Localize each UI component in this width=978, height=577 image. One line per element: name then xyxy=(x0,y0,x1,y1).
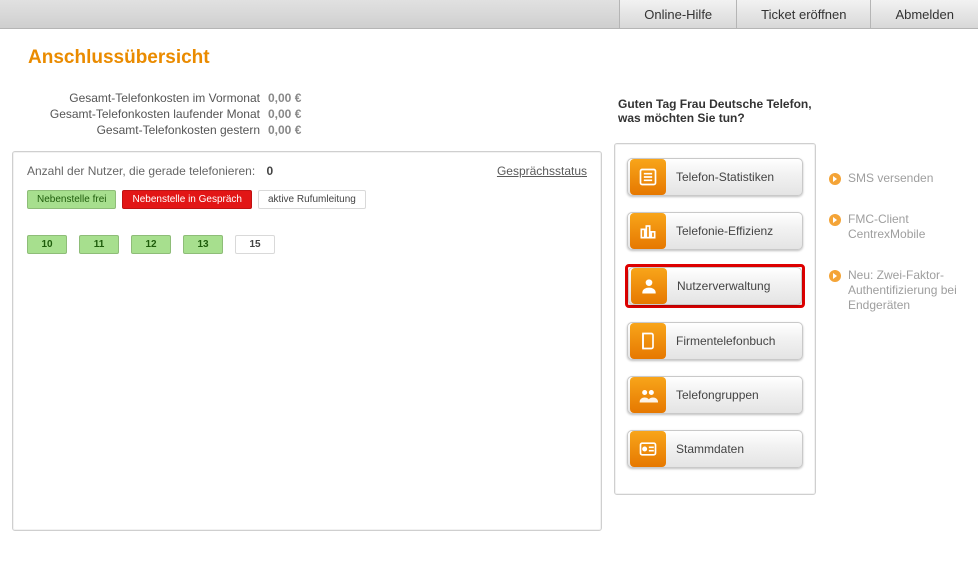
cost-label: Gesamt-Telefonkosten laufender Monat xyxy=(12,107,268,121)
menu-item-master-wrap: Stammdaten xyxy=(625,428,805,470)
legend-busy: Nebenstelle in Gespräch xyxy=(122,190,252,209)
menu-item-groups-wrap: Telefongruppen xyxy=(625,374,805,416)
cost-value: 0,00 € xyxy=(268,123,301,137)
main-columns: Gesamt-Telefonkosten im Vormonat 0,00 € … xyxy=(0,83,978,543)
nav-ticket-button[interactable]: Ticket eröffnen xyxy=(736,0,870,28)
tip-link[interactable]: Neu: Zwei-Faktor-Authentifizierung bei E… xyxy=(828,268,966,313)
cost-label: Gesamt-Telefonkosten im Vormonat xyxy=(12,91,268,105)
extension-13[interactable]: 13 xyxy=(183,235,223,254)
middle-column: Guten Tag Frau Deutsche Telefon, was möc… xyxy=(614,85,816,495)
greeting-text: Guten Tag Frau Deutsche Telefon, was möc… xyxy=(614,85,816,143)
eff-icon xyxy=(630,213,666,249)
extension-12[interactable]: 12 xyxy=(131,235,171,254)
cost-summary: Gesamt-Telefonkosten im Vormonat 0,00 € … xyxy=(12,85,602,151)
arrow-right-icon xyxy=(828,172,842,186)
menu-label: Telefonie-Effizienz xyxy=(676,224,773,238)
arrow-right-icon xyxy=(828,213,842,227)
menu-label: Nutzerverwaltung xyxy=(677,279,770,293)
menu-groups-button[interactable]: Telefongruppen xyxy=(627,376,803,414)
extension-15[interactable]: 15 xyxy=(235,235,275,254)
menu-label: Firmentelefonbuch xyxy=(676,334,775,348)
groups-icon xyxy=(630,377,666,413)
cost-row: Gesamt-Telefonkosten gestern 0,00 € xyxy=(12,123,602,137)
menu-item-book-wrap: Firmentelefonbuch xyxy=(625,320,805,362)
greeting-line2: was möchten Sie tun? xyxy=(618,111,812,125)
tip-text: Neu: Zwei-Faktor-Authentifizierung bei E… xyxy=(848,268,966,313)
menu-book-button[interactable]: Firmentelefonbuch xyxy=(627,322,803,360)
master-icon xyxy=(630,431,666,467)
tip-link[interactable]: FMC-Client CentrexMobile xyxy=(828,212,966,242)
stats-icon xyxy=(630,159,666,195)
extension-10[interactable]: 10 xyxy=(27,235,67,254)
menu-item-users-wrap: Nutzerverwaltung xyxy=(625,264,805,308)
menu-label: Telefon-Statistiken xyxy=(676,170,774,184)
call-status-link[interactable]: Gesprächsstatus xyxy=(497,164,587,178)
tip-link[interactable]: SMS versenden xyxy=(828,171,966,186)
status-legend: Nebenstelle frei Nebenstelle in Gespräch… xyxy=(27,190,587,209)
menu-users-button[interactable]: Nutzerverwaltung xyxy=(628,267,802,305)
arrow-right-icon xyxy=(828,269,842,283)
cost-value: 0,00 € xyxy=(268,91,301,105)
menu-label: Stammdaten xyxy=(676,442,744,456)
panel-top: Anzahl der Nutzer, die gerade telefonier… xyxy=(27,164,587,178)
extension-list: 10 11 12 13 15 xyxy=(27,235,587,254)
tip-text: FMC-Client CentrexMobile xyxy=(848,212,966,242)
extension-11[interactable]: 11 xyxy=(79,235,119,254)
tip-text: SMS versenden xyxy=(848,171,933,186)
cost-label: Gesamt-Telefonkosten gestern xyxy=(12,123,268,137)
right-column: SMS versenden FMC-Client CentrexMobile Neu… xyxy=(828,85,966,339)
menu-master-button[interactable]: Stammdaten xyxy=(627,430,803,468)
top-navigation: Online-Hilfe Ticket eröffnen Abmelden xyxy=(0,0,978,29)
users-icon xyxy=(631,268,667,304)
menu-eff-button[interactable]: Telefonie-Effizienz xyxy=(627,212,803,250)
legend-free: Nebenstelle frei xyxy=(27,190,116,209)
greeting-line1: Guten Tag Frau Deutsche Telefon, xyxy=(618,97,812,111)
nav-help-button[interactable]: Online-Hilfe xyxy=(619,0,736,28)
legend-fwd: aktive Rufumleitung xyxy=(258,190,366,209)
menu-item-eff-wrap: Telefonie-Effizienz xyxy=(625,210,805,252)
cost-value: 0,00 € xyxy=(268,107,301,121)
page-header: Anschlussübersicht xyxy=(0,29,978,83)
count-label: Anzahl der Nutzer, die gerade telefonier… xyxy=(27,164,255,178)
cost-row: Gesamt-Telefonkosten im Vormonat 0,00 € xyxy=(12,91,602,105)
nav-logout-button[interactable]: Abmelden xyxy=(870,0,978,28)
page-title: Anschlussübersicht xyxy=(28,47,950,69)
cost-row: Gesamt-Telefonkosten laufender Monat 0,0… xyxy=(12,107,602,121)
left-column: Gesamt-Telefonkosten im Vormonat 0,00 € … xyxy=(12,85,602,531)
menu-panel: Telefon-Statistiken Telefonie-Effizienz Nu… xyxy=(614,143,816,495)
menu-stats-button[interactable]: Telefon-Statistiken xyxy=(627,158,803,196)
active-user-count: Anzahl der Nutzer, die gerade telefonier… xyxy=(27,164,273,178)
menu-label: Telefongruppen xyxy=(676,388,759,402)
book-icon xyxy=(630,323,666,359)
count-value: 0 xyxy=(267,164,274,178)
extensions-panel: Anzahl der Nutzer, die gerade telefonier… xyxy=(12,151,602,531)
menu-item-stats-wrap: Telefon-Statistiken xyxy=(625,156,805,198)
